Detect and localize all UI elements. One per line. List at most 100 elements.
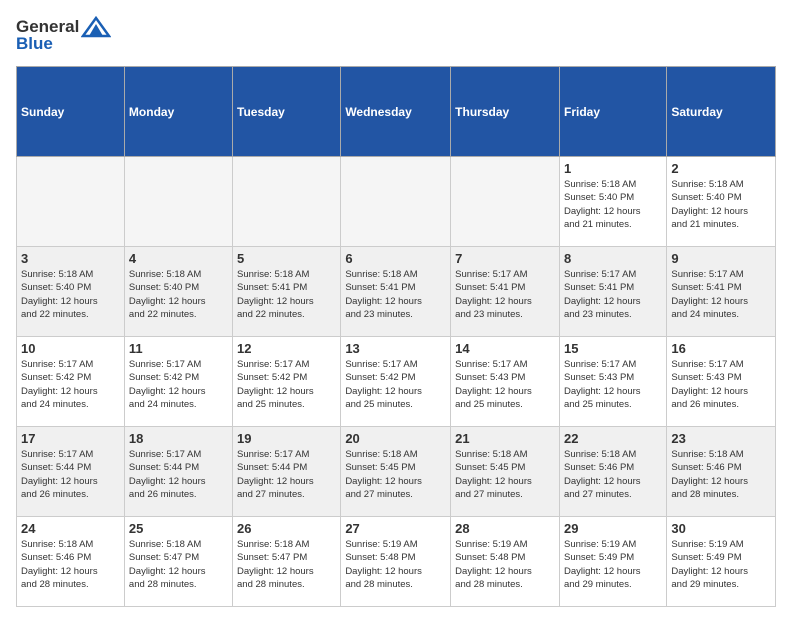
day-number: 20: [345, 431, 446, 446]
day-number: 2: [671, 161, 771, 176]
logo: General Blue: [16, 16, 111, 54]
calendar-cell: 2 Sunrise: 5:18 AM Sunset: 5:40 PM Daylig…: [667, 157, 776, 247]
day-number: 14: [455, 341, 555, 356]
day-info: Sunrise: 5:18 AM Sunset: 5:40 PM Dayligh…: [129, 268, 228, 321]
calendar-cell: [233, 157, 341, 247]
day-number: 21: [455, 431, 555, 446]
day-info: Sunrise: 5:18 AM Sunset: 5:47 PM Dayligh…: [237, 538, 336, 591]
day-number: 30: [671, 521, 771, 536]
calendar-cell: 25Sunrise: 5:18 AM Sunset: 5:47 PM Dayli…: [124, 517, 232, 607]
calendar-cell: 24 Sunrise: 5:18 AM Sunset: 5:46 PM Dayli…: [17, 517, 125, 607]
day-info: Sunrise: 5:18 AM Sunset: 5:40 PM Dayligh…: [671, 178, 771, 231]
calendar-week-5: 24 Sunrise: 5:18 AM Sunset: 5:46 PM Dayli…: [17, 517, 776, 607]
calendar-cell: 21 Sunrise: 5:18 AM Sunset: 5:45 PM Dayli…: [451, 427, 560, 517]
calendar-cell: 16 Sunrise: 5:17 AM Sunset: 5:43 PM Dayli…: [667, 337, 776, 427]
day-info: Sunrise: 5:17 AM Sunset: 5:41 PM Dayligh…: [671, 268, 771, 321]
day-number: 11: [129, 341, 228, 356]
calendar-cell: 14 Sunrise: 5:17 AM Sunset: 5:43 PM Dayli…: [451, 337, 560, 427]
day-number: 12: [237, 341, 336, 356]
day-number: 15: [564, 341, 662, 356]
logo-blue: Blue: [16, 34, 53, 54]
calendar-cell: [124, 157, 232, 247]
calendar-cell: 22Sunrise: 5:18 AM Sunset: 5:46 PM Dayli…: [559, 427, 666, 517]
calendar-header-thursday: Thursday: [451, 67, 560, 157]
day-info: Sunrise: 5:18 AM Sunset: 5:45 PM Dayligh…: [455, 448, 555, 501]
day-info: Sunrise: 5:17 AM Sunset: 5:41 PM Dayligh…: [564, 268, 662, 321]
day-info: Sunrise: 5:18 AM Sunset: 5:41 PM Dayligh…: [345, 268, 446, 321]
day-info: Sunrise: 5:17 AM Sunset: 5:44 PM Dayligh…: [237, 448, 336, 501]
calendar-cell: 23 Sunrise: 5:18 AM Sunset: 5:46 PM Dayli…: [667, 427, 776, 517]
calendar-cell: 4 Sunrise: 5:18 AM Sunset: 5:40 PM Daylig…: [124, 247, 232, 337]
calendar-week-1: 1 Sunrise: 5:18 AM Sunset: 5:40 PM Daylig…: [17, 157, 776, 247]
day-info: Sunrise: 5:17 AM Sunset: 5:43 PM Dayligh…: [671, 358, 771, 411]
calendar-cell: 13 Sunrise: 5:17 AM Sunset: 5:42 PM Dayli…: [341, 337, 451, 427]
day-number: 5: [237, 251, 336, 266]
day-number: 28: [455, 521, 555, 536]
day-number: 4: [129, 251, 228, 266]
calendar-cell: [17, 157, 125, 247]
day-info: Sunrise: 5:17 AM Sunset: 5:43 PM Dayligh…: [455, 358, 555, 411]
day-number: 16: [671, 341, 771, 356]
day-number: 27: [345, 521, 446, 536]
day-number: 19: [237, 431, 336, 446]
day-info: Sunrise: 5:18 AM Sunset: 5:41 PM Dayligh…: [237, 268, 336, 321]
day-info: Sunrise: 5:17 AM Sunset: 5:42 PM Dayligh…: [345, 358, 446, 411]
day-info: Sunrise: 5:18 AM Sunset: 5:46 PM Dayligh…: [671, 448, 771, 501]
day-number: 3: [21, 251, 120, 266]
calendar-cell: 26 Sunrise: 5:18 AM Sunset: 5:47 PM Dayli…: [233, 517, 341, 607]
calendar-cell: 6 Sunrise: 5:18 AM Sunset: 5:41 PM Daylig…: [341, 247, 451, 337]
calendar-cell: 5 Sunrise: 5:18 AM Sunset: 5:41 PM Daylig…: [233, 247, 341, 337]
day-info: Sunrise: 5:17 AM Sunset: 5:42 PM Dayligh…: [237, 358, 336, 411]
calendar-cell: [341, 157, 451, 247]
calendar-cell: 29Sunrise: 5:19 AM Sunset: 5:49 PM Dayli…: [559, 517, 666, 607]
header: General Blue: [16, 16, 776, 54]
calendar-cell: 17 Sunrise: 5:17 AM Sunset: 5:44 PM Dayli…: [17, 427, 125, 517]
calendar-cell: 11 Sunrise: 5:17 AM Sunset: 5:42 PM Dayli…: [124, 337, 232, 427]
day-number: 26: [237, 521, 336, 536]
day-info: Sunrise: 5:18 AM Sunset: 5:46 PM Dayligh…: [21, 538, 120, 591]
calendar-cell: 12 Sunrise: 5:17 AM Sunset: 5:42 PM Dayli…: [233, 337, 341, 427]
day-number: 13: [345, 341, 446, 356]
day-info: Sunrise: 5:17 AM Sunset: 5:42 PM Dayligh…: [21, 358, 120, 411]
day-number: 10: [21, 341, 120, 356]
calendar-header-friday: Friday: [559, 67, 666, 157]
calendar-header-row: SundayMondayTuesdayWednesdayThursdayFrid…: [17, 67, 776, 157]
day-number: 22: [564, 431, 662, 446]
day-info: Sunrise: 5:19 AM Sunset: 5:48 PM Dayligh…: [455, 538, 555, 591]
page: General Blue SundayMondayTuesdayWednesda…: [0, 0, 792, 623]
day-info: Sunrise: 5:18 AM Sunset: 5:40 PM Dayligh…: [564, 178, 662, 231]
day-info: Sunrise: 5:17 AM Sunset: 5:41 PM Dayligh…: [455, 268, 555, 321]
day-info: Sunrise: 5:17 AM Sunset: 5:42 PM Dayligh…: [129, 358, 228, 411]
calendar-cell: 3Sunrise: 5:18 AM Sunset: 5:40 PM Daylig…: [17, 247, 125, 337]
day-number: 23: [671, 431, 771, 446]
calendar-cell: 1 Sunrise: 5:18 AM Sunset: 5:40 PM Daylig…: [559, 157, 666, 247]
calendar-cell: 30 Sunrise: 5:19 AM Sunset: 5:49 PM Dayli…: [667, 517, 776, 607]
calendar-cell: 10 Sunrise: 5:17 AM Sunset: 5:42 PM Dayli…: [17, 337, 125, 427]
calendar-cell: 19 Sunrise: 5:17 AM Sunset: 5:44 PM Dayli…: [233, 427, 341, 517]
calendar-cell: 27 Sunrise: 5:19 AM Sunset: 5:48 PM Dayli…: [341, 517, 451, 607]
calendar-cell: 20 Sunrise: 5:18 AM Sunset: 5:45 PM Dayli…: [341, 427, 451, 517]
calendar-cell: 28 Sunrise: 5:19 AM Sunset: 5:48 PM Dayli…: [451, 517, 560, 607]
calendar-header-saturday: Saturday: [667, 67, 776, 157]
calendar-header-wednesday: Wednesday: [341, 67, 451, 157]
day-number: 18: [129, 431, 228, 446]
day-number: 25: [129, 521, 228, 536]
day-number: 24: [21, 521, 120, 536]
day-number: 1: [564, 161, 662, 176]
day-number: 29: [564, 521, 662, 536]
day-number: 6: [345, 251, 446, 266]
calendar-cell: 15 Sunrise: 5:17 AM Sunset: 5:43 PM Dayli…: [559, 337, 666, 427]
day-info: Sunrise: 5:18 AM Sunset: 5:45 PM Dayligh…: [345, 448, 446, 501]
day-info: Sunrise: 5:17 AM Sunset: 5:44 PM Dayligh…: [21, 448, 120, 501]
calendar-header-monday: Monday: [124, 67, 232, 157]
calendar-cell: [451, 157, 560, 247]
day-info: Sunrise: 5:19 AM Sunset: 5:49 PM Dayligh…: [671, 538, 771, 591]
day-number: 7: [455, 251, 555, 266]
calendar-header-sunday: Sunday: [17, 67, 125, 157]
day-info: Sunrise: 5:19 AM Sunset: 5:48 PM Dayligh…: [345, 538, 446, 591]
day-info: Sunrise: 5:17 AM Sunset: 5:44 PM Dayligh…: [129, 448, 228, 501]
day-number: 8: [564, 251, 662, 266]
day-number: 17: [21, 431, 120, 446]
calendar-cell: 8 Sunrise: 5:17 AM Sunset: 5:41 PM Daylig…: [559, 247, 666, 337]
day-info: Sunrise: 5:17 AM Sunset: 5:43 PM Dayligh…: [564, 358, 662, 411]
